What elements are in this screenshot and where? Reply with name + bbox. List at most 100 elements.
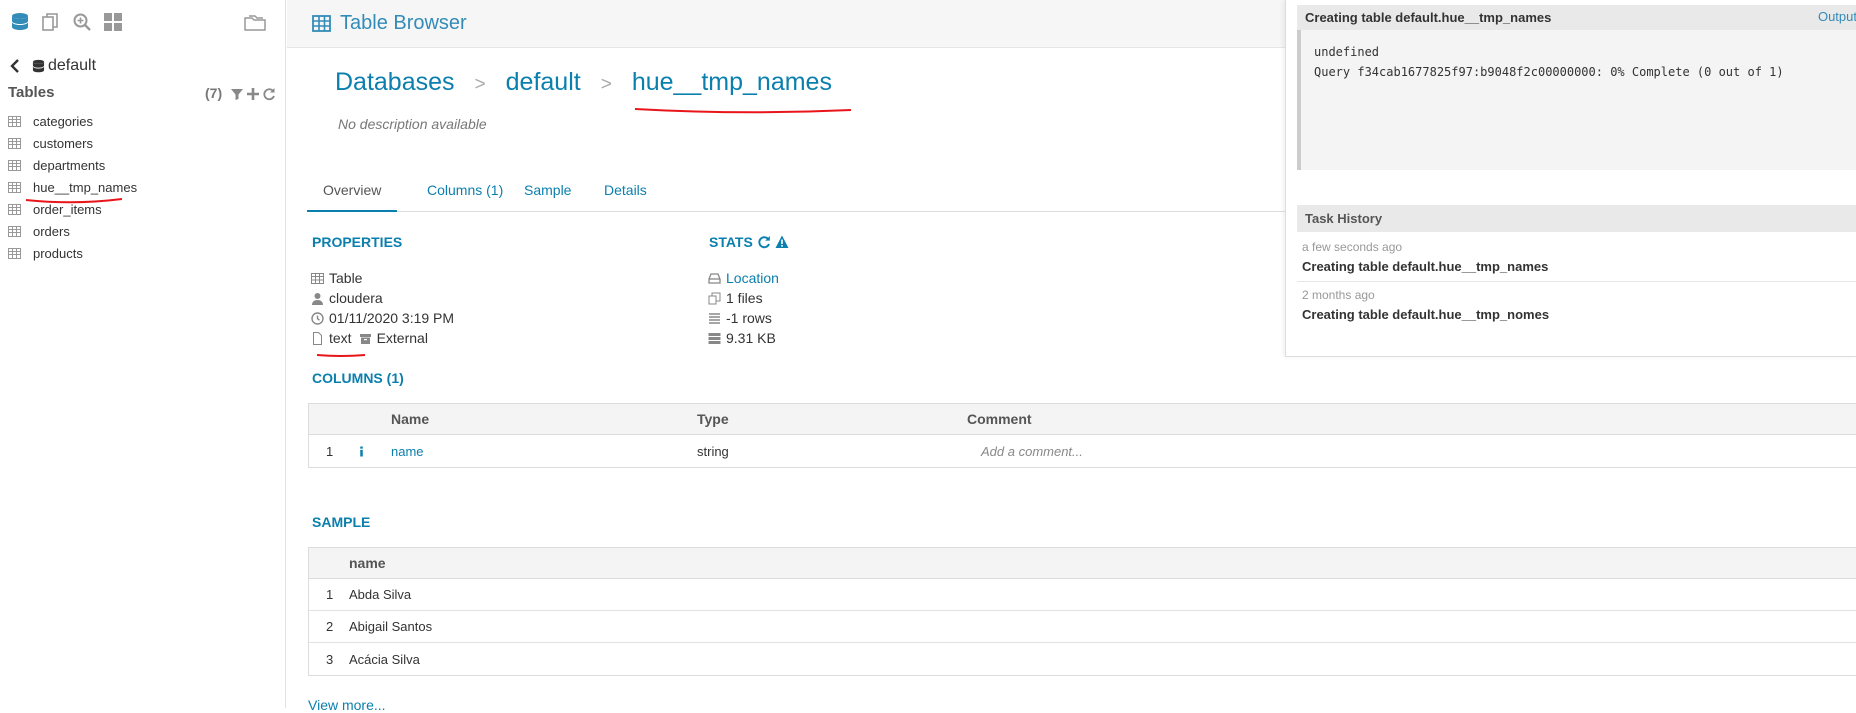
view-more-link[interactable]: View more... — [308, 697, 386, 713]
table-row: 1 name string Add a comment... — [309, 435, 1856, 467]
tab-overview[interactable]: Overview — [307, 176, 398, 212]
task-name: Creating table default.hue__tmp_nomes — [1302, 307, 1550, 322]
table-name: orders — [33, 223, 70, 239]
tables-header: Tables (7) — [8, 84, 276, 106]
columns-heading: COLUMNS (1) — [312, 370, 404, 386]
table-icon — [8, 247, 21, 259]
sample-table-header: name — [309, 548, 1856, 579]
grid-apps-icon[interactable] — [103, 12, 125, 34]
columns-table: Name Type Comment 1 name string Add a co… — [308, 403, 1856, 468]
tab-details[interactable]: Details — [588, 176, 663, 212]
job-title[interactable]: Creating table default.hue__tmp_names — [1305, 10, 1551, 25]
database-small-icon — [32, 59, 45, 72]
list-icon — [709, 312, 720, 324]
file-icon — [313, 331, 322, 345]
app-title-text: Table Browser — [340, 12, 467, 34]
table-description[interactable]: No description available — [338, 116, 487, 132]
stats-heading: STATS — [709, 234, 753, 250]
app-title[interactable]: Table Browser — [312, 12, 467, 35]
breadcrumb-databases[interactable]: Databases — [335, 68, 455, 97]
stats-header: STATS — [709, 234, 789, 250]
sample-value: Acácia Silva — [349, 651, 420, 667]
table-icon — [8, 137, 21, 149]
stat-size: 9.31 KB — [708, 328, 779, 348]
column-name-link[interactable]: name — [391, 435, 424, 467]
tab-sample[interactable]: Sample — [508, 176, 587, 212]
documents-icon[interactable] — [41, 12, 63, 34]
sample-value: Abda Silva — [349, 587, 412, 602]
jobs-panel: Creating table default.hue__tmp_names Ou… — [1285, 0, 1856, 357]
refresh-icon[interactable] — [262, 87, 276, 101]
table-icon — [8, 225, 21, 237]
stat-files: 1 files — [708, 288, 779, 308]
plus-icon[interactable] — [246, 87, 260, 101]
filter-icon[interactable] — [230, 87, 244, 101]
log-line: Query f34cab1677825f97:b9048f2c00000000:… — [1314, 65, 1784, 79]
row-number: 1 — [326, 443, 334, 459]
output-link[interactable]: Output — [1818, 9, 1856, 24]
table-item-customers[interactable]: customers — [8, 132, 278, 154]
breadcrumb-table[interactable]: hue__tmp_names — [632, 68, 832, 97]
table-browser-icon — [312, 15, 331, 32]
table-name: customers — [33, 135, 93, 151]
column-header-type[interactable]: Type — [697, 404, 729, 434]
database-selector[interactable]: default — [8, 56, 96, 76]
table-name: categories — [33, 113, 93, 129]
job-log: undefined Query f34cab1677825f97:b9048f2… — [1297, 30, 1856, 170]
info-icon[interactable] — [359, 435, 364, 467]
left-assist-panel: default Tables (7) categories customers … — [0, 0, 286, 708]
column-header-comment[interactable]: Comment — [967, 404, 1032, 434]
user-icon — [312, 292, 323, 305]
table-item-hue-tmp-names[interactable]: hue__tmp_names — [8, 176, 278, 198]
sample-value: Abigail Santos — [349, 619, 433, 634]
properties-heading: PROPERTIES — [312, 234, 403, 250]
table-tabs: Overview Columns (1) Sample Details — [307, 176, 1287, 212]
row-number: 3 — [326, 651, 334, 667]
property-created: 01/11/2020 3:19 PM — [311, 308, 454, 328]
task-name: Creating table default.hue__tmp_names — [1302, 259, 1549, 274]
task-history-label: Task History — [1305, 211, 1383, 226]
database-icon[interactable] — [10, 12, 32, 34]
job-header: Creating table default.hue__tmp_names Ou… — [1297, 5, 1856, 30]
sample-header-name[interactable]: name — [349, 548, 386, 578]
row-number: 2 — [326, 619, 334, 634]
clock-icon — [311, 311, 324, 325]
stat-location[interactable]: Location — [708, 268, 779, 288]
table-item-departments[interactable]: departments — [8, 154, 278, 176]
add-comment-field[interactable]: Add a comment... — [981, 435, 1083, 467]
table-item-products[interactable]: products — [8, 242, 278, 264]
breadcrumb: Databases > default > hue__tmp_names — [335, 68, 832, 97]
row-number: 1 — [326, 587, 334, 602]
refresh-icon[interactable] — [757, 235, 771, 249]
log-line: undefined — [1314, 45, 1380, 59]
archive-icon — [359, 333, 371, 344]
table-name: hue__tmp_names — [33, 179, 138, 195]
tab-columns[interactable]: Columns (1) — [411, 176, 519, 212]
table-item-categories[interactable]: categories — [8, 110, 278, 132]
table-icon — [8, 115, 21, 127]
task-history-item[interactable]: 2 months ago Creating table default.hue_… — [1297, 282, 1856, 330]
breadcrumb-separator: > — [600, 74, 612, 95]
database-name: default — [48, 57, 97, 74]
chevron-left-icon[interactable] — [8, 58, 22, 74]
search-icon[interactable] — [72, 12, 94, 34]
stat-rows: -1 rows — [708, 308, 779, 328]
task-history-item[interactable]: a few seconds ago Creating table default… — [1297, 234, 1856, 282]
tables-count: (7) — [205, 85, 223, 101]
breadcrumb-database[interactable]: default — [506, 68, 581, 97]
breadcrumb-separator: > — [474, 74, 486, 95]
properties-list: Table cloudera 01/11/2020 3:19 PM text E… — [311, 268, 454, 348]
column-header-name[interactable]: Name — [391, 404, 429, 434]
warning-icon — [775, 235, 789, 248]
table-icon — [311, 272, 324, 284]
table-row: 3 Acácia Silva — [309, 643, 1856, 675]
columns-table-header: Name Type Comment — [309, 404, 1856, 435]
table-name: products — [33, 245, 83, 261]
table-name: departments — [33, 157, 106, 173]
folder-open-icon[interactable] — [243, 12, 266, 34]
format-value: text — [329, 330, 352, 346]
table-kind: External — [376, 330, 428, 346]
table-item-orders[interactable]: orders — [8, 220, 278, 242]
table-row: 2 Abigail Santos — [309, 611, 1856, 643]
sample-heading: SAMPLE — [312, 514, 371, 530]
